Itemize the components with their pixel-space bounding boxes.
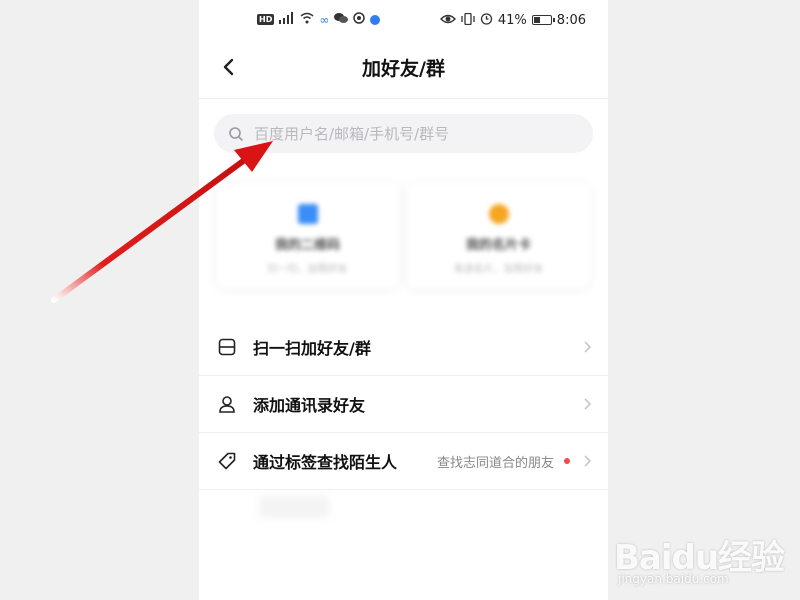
menu-item-hint: 查找志同道合的朋友 xyxy=(436,455,554,471)
header-divider xyxy=(199,98,608,99)
card-subtitle: 发送名片，加我好友 xyxy=(453,264,544,275)
vibrate-icon xyxy=(461,12,475,28)
eye-icon xyxy=(439,13,456,28)
menu-item-label: 扫一扫加好友/群 xyxy=(253,339,371,358)
clock: 8:06 xyxy=(556,12,586,28)
signal-icon xyxy=(279,12,295,27)
status-bar: HD ∞ 41% 8:06 xyxy=(199,6,608,34)
hd-badge: HD xyxy=(257,14,275,25)
app-notification-icon: ∞ xyxy=(319,12,330,27)
battery-level xyxy=(533,17,541,23)
browser-icon xyxy=(370,14,381,25)
watermark-url: jingyan.baidu.com xyxy=(618,572,729,586)
notification-dot xyxy=(564,458,570,464)
tag-icon xyxy=(217,451,237,471)
wechat-icon xyxy=(334,12,349,27)
search-input[interactable] xyxy=(254,124,574,143)
status-bar-left: HD ∞ xyxy=(257,12,381,27)
card-subtitle: 扫一扫，加我好友 xyxy=(267,264,348,275)
background-right xyxy=(608,0,800,600)
battery-percent: 41% xyxy=(497,12,527,28)
card-title: 我的二维码 xyxy=(274,238,340,253)
my-qr-code-card[interactable]: 我的二维码 扫一扫，加我好友 xyxy=(216,182,399,288)
menu-item-contacts[interactable]: 添加通讯录好友 xyxy=(199,376,608,433)
scan-icon xyxy=(217,337,237,357)
chevron-right-icon xyxy=(584,398,592,410)
blurred-content xyxy=(259,496,329,518)
status-bar-right: 41% 8:06 xyxy=(439,12,586,28)
phone-screen: HD ∞ 41% 8:06 加好友/群 百度用户名/邮箱/手机号/群号 我的二维… xyxy=(199,0,608,600)
baidu-watermark: Baidu经验 jingyan.baidu.com xyxy=(612,518,792,598)
menu-item-label: 通过标签查找陌生人 xyxy=(253,453,398,472)
page-title: 加好友/群 xyxy=(362,58,445,80)
header: 加好友/群 xyxy=(199,42,608,94)
search-icon xyxy=(229,126,243,141)
menu-item-label: 添加通讯录好友 xyxy=(253,396,366,415)
card-title: 我的名片卡 xyxy=(465,238,531,253)
person-icon xyxy=(217,394,237,414)
card-icon xyxy=(488,204,509,224)
menu-item-scan[interactable]: 扫一扫加好友/群 xyxy=(199,319,608,376)
alarm-icon xyxy=(480,12,493,28)
search-bar[interactable] xyxy=(214,114,593,153)
battery-icon xyxy=(531,15,555,25)
notification-icon xyxy=(353,12,366,27)
my-card-card[interactable]: 我的名片卡 发送名片，加我好友 xyxy=(407,182,590,288)
wifi-icon xyxy=(300,12,314,27)
chevron-right-icon xyxy=(584,341,592,353)
chevron-right-icon xyxy=(584,455,592,467)
qr-code-icon xyxy=(297,204,318,224)
background-left xyxy=(0,0,199,600)
menu-item-tag-search[interactable]: 通过标签查找陌生人 查找志同道合的朋友 xyxy=(199,433,608,490)
